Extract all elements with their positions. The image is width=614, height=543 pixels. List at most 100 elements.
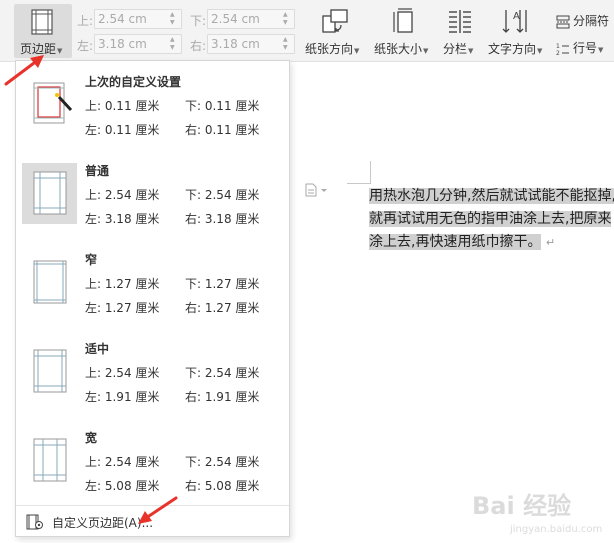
chevron-down-icon: ▼ <box>598 46 604 54</box>
wide-margin-preview-icon <box>33 438 67 482</box>
top-margin-field: 上: ▲▼ <box>77 9 189 29</box>
preset-name: 普通 <box>85 164 110 178</box>
spin-up-icon: ▲ <box>170 11 175 18</box>
left-margin-field: 左: ▲▼ <box>77 34 189 54</box>
text-direction-label: 文字方向 <box>488 42 537 56</box>
preset-bottom-value: 下: 2.54 厘米 <box>185 188 260 202</box>
preset-right-value: 右: 5.08 厘米 <box>185 479 260 493</box>
moderate-margin-preview-icon <box>33 349 67 393</box>
chevron-down-icon: ▼ <box>537 47 543 55</box>
separator-label: 分隔符 <box>573 14 610 28</box>
preset-top-value: 上: 2.54 厘米 <box>85 455 160 469</box>
preset-normal[interactable]: 普通 上: 2.54 厘米 下: 2.54 厘米 左: 3.18 厘米 右: 3… <box>16 150 289 238</box>
preset-left-value: 左: 5.08 厘米 <box>85 479 160 493</box>
preset-bottom-value: 下: 2.54 厘米 <box>185 366 260 380</box>
top-margin-box[interactable]: ▲▼ <box>94 9 182 29</box>
preset-name: 窄 <box>85 253 98 267</box>
spin-down-icon: ▼ <box>283 44 288 51</box>
svg-text:2: 2 <box>556 50 560 56</box>
preset-bottom-value: 下: 1.27 厘米 <box>185 277 260 291</box>
text-direction-button[interactable]: A 文字方向▼ <box>488 6 548 58</box>
paper-orientation-button[interactable]: 纸张方向▼ <box>305 6 367 58</box>
preset-narrow[interactable]: 窄 上: 1.27 厘米 下: 1.27 厘米 左: 1.27 厘米 右: 1.… <box>16 239 289 327</box>
svg-text:A: A <box>513 11 520 22</box>
page-margins-label: 页边距 <box>20 42 57 56</box>
preset-last-custom[interactable]: 上次的自定义设置 上: 0.11 厘米 下: 0.11 厘米 左: 0.11 厘… <box>16 61 289 149</box>
line-number-icon: 1 2 <box>556 43 569 57</box>
bottom-margin-stepper[interactable]: ▲ ▼ <box>283 11 292 27</box>
bottom-margin-box[interactable]: ▲▼ <box>207 9 295 29</box>
preset-top-value: 上: 2.54 厘米 <box>85 188 160 202</box>
preset-right-value: 右: 3.18 厘米 <box>185 212 260 226</box>
preset-left-value: 左: 1.27 厘米 <box>85 301 160 315</box>
preset-name: 上次的自定义设置 <box>85 75 182 89</box>
line-number-button[interactable]: 1 2 行号▼ <box>556 39 604 57</box>
bottom-margin-label: 下: <box>190 14 207 28</box>
document-line: 就再试试用无色的指甲油涂上去,把原来 <box>369 211 612 227</box>
preset-top-value: 上: 2.54 厘米 <box>85 366 160 380</box>
preset-thumbnail <box>22 430 77 491</box>
right-margin-field: 右: ▲▼ <box>190 34 302 54</box>
document-line: 涂上去,再快速用纸巾擦干。 <box>369 234 542 250</box>
watermark-subtext: jingyan.baidu.com <box>509 524 602 535</box>
right-margin-stepper[interactable]: ▲ ▼ <box>283 36 292 52</box>
preset-thumbnail <box>22 252 77 313</box>
preset-left-value: 左: 0.11 厘米 <box>85 123 160 137</box>
preset-right-value: 右: 1.27 厘米 <box>185 301 260 315</box>
columns-label: 分栏 <box>443 42 468 56</box>
left-margin-label: 左: <box>77 39 94 53</box>
right-margin-box[interactable]: ▲▼ <box>207 34 295 54</box>
preset-right-value: 右: 0.11 厘米 <box>185 123 260 137</box>
custom-margin-preview-icon <box>33 82 73 124</box>
paper-orientation-label: 纸张方向 <box>305 42 354 56</box>
preset-thumbnail <box>22 163 77 224</box>
document-text[interactable]: 用热水泡几分钟,然后就试试能不能抠掉, 就再试试用无色的指甲油涂上去,把原来 涂… <box>369 185 614 254</box>
spin-up-icon: ▲ <box>283 11 288 18</box>
line-number-label: 行号 <box>573 41 598 55</box>
paper-size-label: 纸张大小 <box>374 42 423 56</box>
left-margin-box[interactable]: ▲▼ <box>94 34 182 54</box>
narrow-margin-preview-icon <box>33 260 67 304</box>
custom-margins-menu-item[interactable]: 自定义页边距(A)... <box>16 505 289 536</box>
top-margin-input[interactable] <box>98 11 166 27</box>
separator-icon <box>556 15 570 28</box>
preset-wide[interactable]: 宽 上: 2.54 厘米 下: 2.54 厘米 左: 5.08 厘米 右: 5.… <box>16 417 289 505</box>
preset-name: 宽 <box>85 431 98 445</box>
preset-bottom-value: 下: 0.11 厘米 <box>185 99 260 113</box>
svg-text:1: 1 <box>556 43 560 50</box>
watermark-text: Bai 经验 <box>472 492 571 520</box>
columns-icon <box>449 10 471 33</box>
top-margin-label: 上: <box>77 14 94 28</box>
chevron-down-icon: ▼ <box>57 47 63 55</box>
bottom-margin-input[interactable] <box>211 11 279 27</box>
chevron-down-icon: ▼ <box>468 47 474 55</box>
baidu-jingyan-watermark: Bai 经验 jingyan.baidu.com <box>472 492 602 535</box>
left-margin-input[interactable] <box>98 36 166 52</box>
preset-thumbnail <box>22 341 77 402</box>
custom-margins-label: 自定义页边距(A)... <box>52 516 154 530</box>
right-margin-input[interactable] <box>211 36 279 52</box>
left-margin-stepper[interactable]: ▲ ▼ <box>170 36 179 52</box>
spin-up-icon: ▲ <box>170 36 175 43</box>
ribbon-toolbar: 页边距▼ 上: ▲▼ 左: ▲▼ 下: ▲▼ 右: ▲▼ <box>0 0 614 62</box>
paper-size-button[interactable]: 纸张大小▼ <box>374 6 436 58</box>
paragraph-options-icon[interactable] <box>304 183 328 197</box>
margin-corner-horizontal <box>347 183 371 184</box>
spin-down-icon: ▼ <box>170 19 175 26</box>
preset-left-value: 左: 1.91 厘米 <box>85 390 160 404</box>
preset-top-value: 上: 1.27 厘米 <box>85 277 160 291</box>
paper-orientation-icon <box>322 9 348 33</box>
document-line: 用热水泡几分钟,然后就试试能不能抠掉, <box>369 188 614 204</box>
paper-size-icon <box>393 8 413 33</box>
preset-right-value: 右: 1.91 厘米 <box>185 390 260 404</box>
columns-button[interactable]: 分栏▼ <box>443 6 483 58</box>
top-margin-stepper[interactable]: ▲ ▼ <box>170 11 179 27</box>
bottom-margin-field: 下: ▲▼ <box>190 9 302 29</box>
chevron-down-icon: ▼ <box>354 47 360 55</box>
spin-up-icon: ▲ <box>283 36 288 43</box>
preset-moderate[interactable]: 适中 上: 2.54 厘米 下: 2.54 厘米 左: 1.91 厘米 右: 1… <box>16 328 289 416</box>
page-margins-button[interactable]: 页边距▼ <box>14 4 72 58</box>
chevron-down-icon: ▼ <box>423 47 429 55</box>
separator-button[interactable]: 分隔符 <box>556 12 609 29</box>
spin-down-icon: ▼ <box>170 44 175 51</box>
